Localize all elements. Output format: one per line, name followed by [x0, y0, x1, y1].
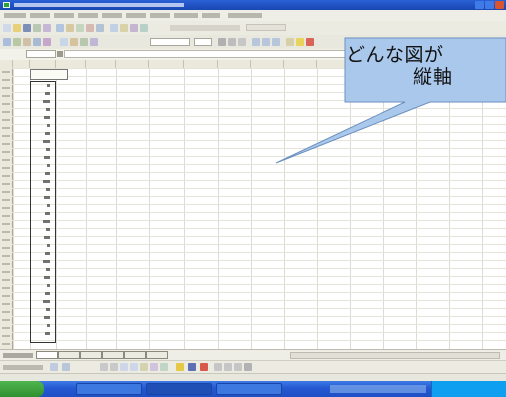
textbox-icon[interactable] [140, 363, 148, 371]
taskbar-item-1[interactable] [76, 383, 142, 395]
tab-scroll-buttons[interactable] [3, 353, 33, 358]
language-bar[interactable] [330, 385, 426, 393]
system-tray [431, 381, 506, 397]
drawing-toolbar [0, 360, 506, 374]
sheet-tab-6[interactable] [146, 351, 168, 359]
windows-taskbar [0, 381, 506, 397]
rectangle-icon[interactable] [120, 363, 128, 371]
line-style-icon[interactable] [214, 363, 222, 371]
clipart-icon[interactable] [160, 363, 168, 371]
select-objects-icon[interactable] [50, 363, 58, 371]
sheet-tab-1[interactable] [36, 351, 58, 359]
draw-menu[interactable] [3, 365, 43, 370]
oval-icon[interactable] [130, 363, 138, 371]
taskbar-item-2[interactable] [146, 383, 212, 395]
arrow-icon[interactable] [110, 363, 118, 371]
callout-line-2: 縦軸 [413, 66, 454, 88]
line-color-draw-icon[interactable] [188, 363, 196, 371]
arrow-style-icon[interactable] [234, 363, 242, 371]
sheet-tab-3[interactable] [80, 351, 102, 359]
wordart-icon[interactable] [150, 363, 158, 371]
sheet-tab-4[interactable] [102, 351, 124, 359]
shadow-icon[interactable] [244, 363, 252, 371]
autoshapes-icon[interactable] [62, 363, 70, 371]
sheet-tab-5[interactable] [124, 351, 146, 359]
taskbar-item-3[interactable] [216, 383, 282, 395]
dash-style-icon[interactable] [224, 363, 232, 371]
font-color-draw-icon[interactable] [200, 363, 208, 371]
line-icon[interactable] [100, 363, 108, 371]
horizontal-scrollbar[interactable] [290, 352, 500, 359]
fill-color-draw-icon[interactable] [176, 363, 184, 371]
start-button[interactable] [0, 381, 44, 397]
sheet-tab-2[interactable] [58, 351, 80, 359]
callout-line-1: どんな図が [346, 44, 444, 66]
